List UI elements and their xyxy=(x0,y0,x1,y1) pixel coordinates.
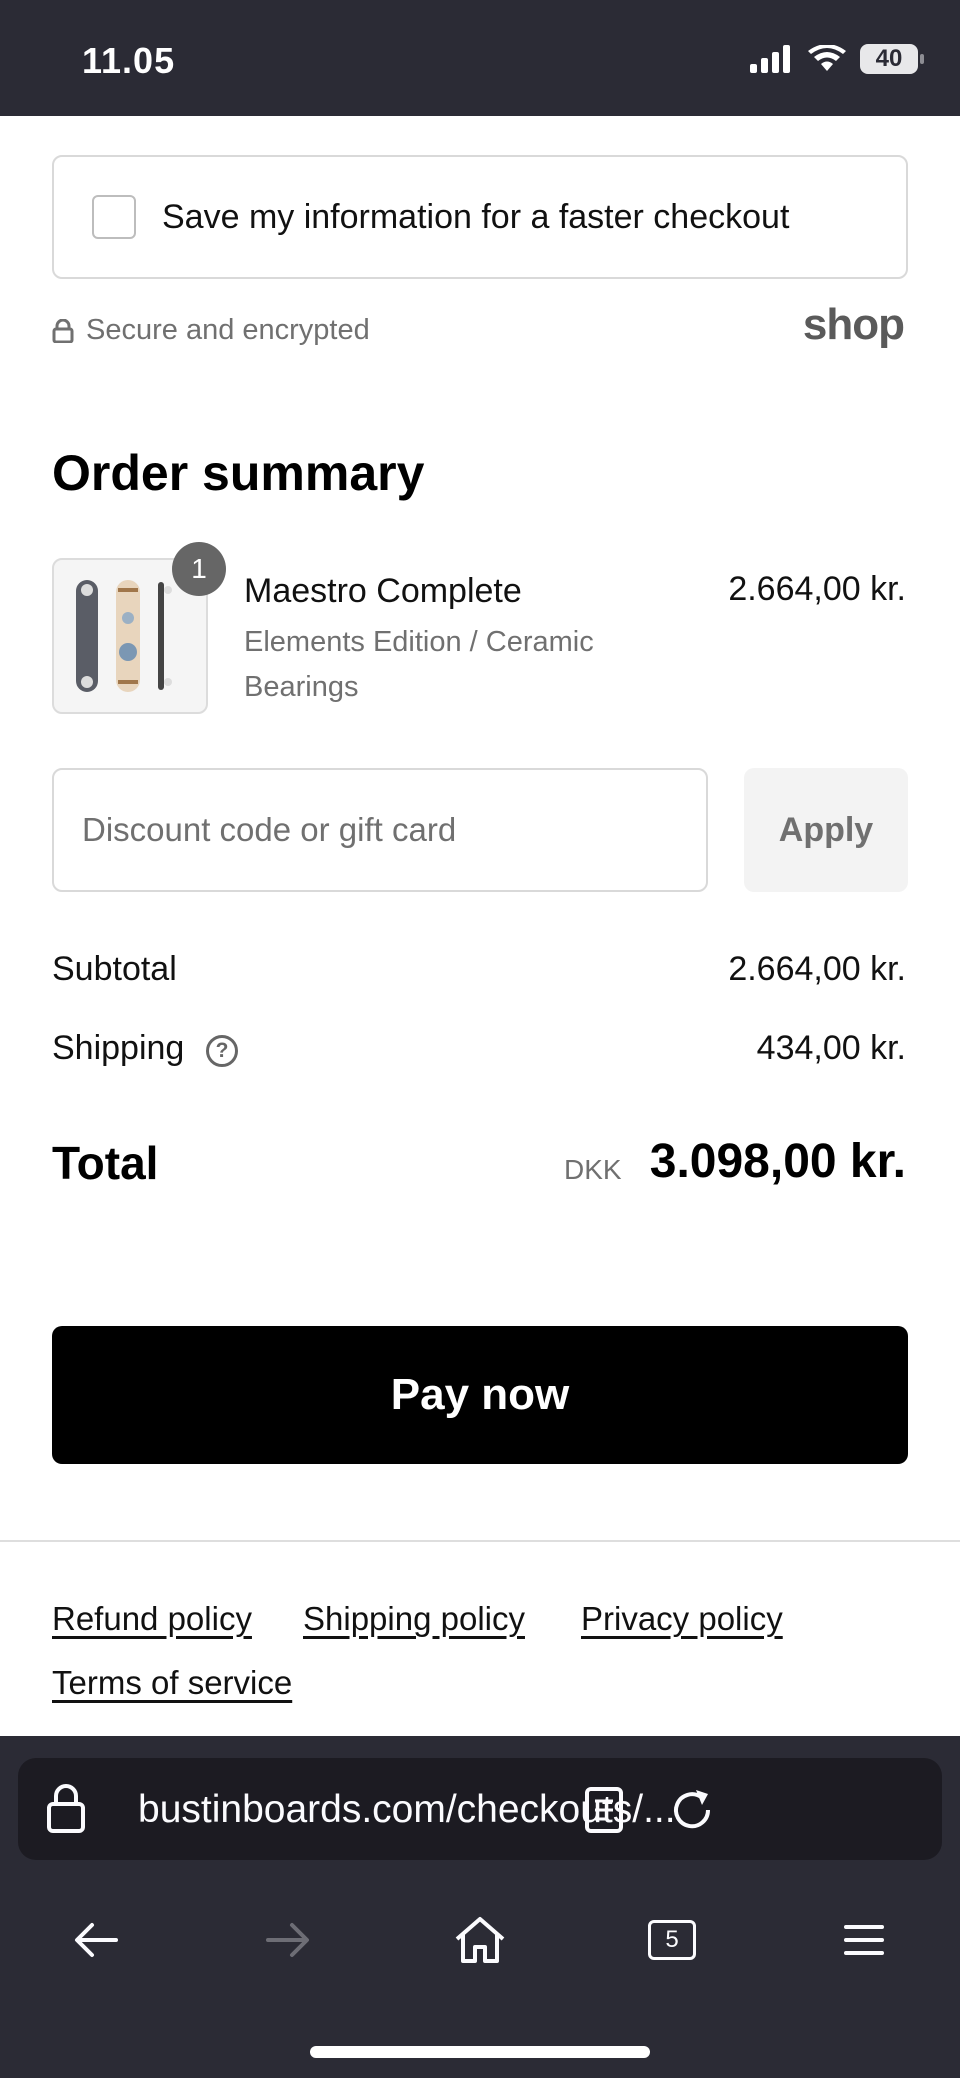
status-time: 11.05 xyxy=(82,40,176,81)
privacy-policy-link[interactable]: Privacy policy xyxy=(581,1600,783,1638)
refund-policy-link[interactable]: Refund policy xyxy=(52,1600,252,1638)
terms-of-service-link[interactable]: Terms of service xyxy=(52,1664,292,1702)
save-info-checkbox[interactable] xyxy=(92,195,136,239)
discount-code-input[interactable] xyxy=(52,768,708,892)
battery-icon: 40 xyxy=(860,44,924,74)
hamburger-menu-icon xyxy=(844,1925,884,1955)
product-variant: Elements Edition / Ceramic Bearings xyxy=(244,626,594,703)
status-icons: 40 xyxy=(750,44,924,74)
shipping-label: Shipping xyxy=(52,1029,185,1067)
help-icon[interactable]: ? xyxy=(206,1035,238,1067)
subtotal-label: Subtotal xyxy=(52,950,177,988)
browser-nav: 5 xyxy=(0,1900,960,1980)
order-summary-title: Order summary xyxy=(52,445,425,501)
forward-arrow-icon xyxy=(266,1923,309,1957)
tab-count: 5 xyxy=(648,1920,696,1960)
quantity-badge: 1 xyxy=(172,542,226,596)
home-indicator[interactable] xyxy=(310,2046,650,2058)
save-info-label: Save my information for a faster checkou… xyxy=(162,197,790,236)
status-bar: 11.05 40 xyxy=(0,0,960,116)
apply-discount-button[interactable]: Apply xyxy=(744,768,908,892)
currency-code: DKK xyxy=(564,1154,622,1185)
tabs-button[interactable]: 5 xyxy=(632,1900,712,1980)
save-info-option[interactable]: Save my information for a faster checkou… xyxy=(52,155,908,279)
total-value: 3.098,00 kr. xyxy=(649,1135,906,1188)
shipping-policy-link[interactable]: Shipping policy xyxy=(303,1600,525,1638)
back-button[interactable] xyxy=(56,1900,136,1980)
wifi-icon xyxy=(808,45,846,71)
secure-notice: Secure and encrypted xyxy=(52,314,370,347)
signal-icon xyxy=(750,45,790,73)
home-button[interactable] xyxy=(440,1900,520,1980)
url-text[interactable]: bustinboards.com/checkouts/... xyxy=(138,1788,676,1832)
subtotal-value: 2.664,00 kr. xyxy=(728,950,906,988)
menu-button[interactable] xyxy=(824,1900,904,1980)
pay-now-button[interactable]: Pay now xyxy=(52,1326,908,1464)
footer-divider xyxy=(0,1540,960,1542)
secure-text: Secure and encrypted xyxy=(86,314,370,346)
lock-icon xyxy=(47,1784,85,1833)
product-price: 2.664,00 kr. xyxy=(728,570,906,608)
forward-button[interactable] xyxy=(248,1900,328,1980)
home-icon xyxy=(455,1917,505,1963)
shop-pay-logo: shop xyxy=(802,300,905,349)
lock-icon xyxy=(52,318,74,343)
total-label: Total xyxy=(52,1137,159,1189)
product-name: Maestro Complete xyxy=(244,572,522,610)
back-arrow-icon xyxy=(75,1923,118,1957)
shipping-value: 434,00 kr. xyxy=(756,1029,906,1067)
